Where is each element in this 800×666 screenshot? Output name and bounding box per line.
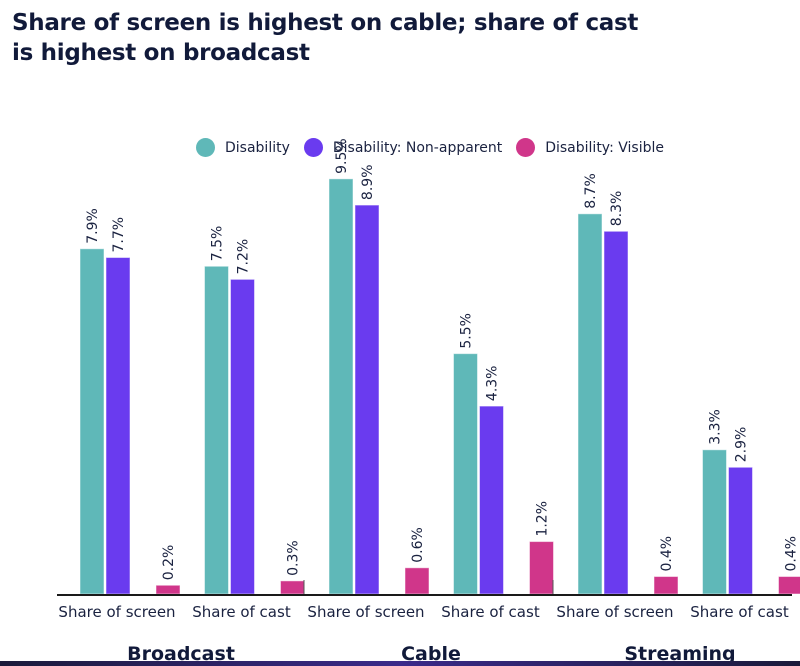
bar-visible[interactable] [404, 567, 430, 595]
data-label: 5.5% [459, 313, 475, 349]
bar-non-apparent[interactable] [354, 204, 380, 595]
data-label: 2.9% [734, 427, 750, 463]
bar-non-apparent[interactable] [603, 230, 629, 595]
x-tick-label: Share of cast [690, 603, 789, 621]
bar-non-apparent[interactable] [728, 466, 753, 595]
data-label: 8.3% [609, 191, 625, 227]
bar-disability[interactable] [328, 178, 354, 595]
data-label: 7.5% [210, 226, 226, 262]
bar-non-apparent[interactable] [230, 278, 255, 595]
bar-visible[interactable] [280, 580, 305, 595]
bar-disability[interactable] [577, 213, 603, 595]
data-label: 0.4% [784, 536, 800, 572]
data-label: 4.3% [485, 366, 501, 402]
bar-disability[interactable] [453, 353, 478, 595]
data-label: 9.5% [334, 138, 350, 174]
data-label: 0.6% [410, 527, 426, 563]
bottom-border [0, 661, 800, 666]
data-label: 0.3% [286, 540, 302, 576]
data-label: 7.9% [85, 208, 101, 244]
data-label: 0.2% [161, 545, 177, 581]
x-tick-label: Share of screen [58, 603, 175, 621]
bar-visible[interactable] [155, 584, 181, 595]
data-label: 8.9% [360, 164, 376, 200]
x-tick-label: Share of screen [556, 603, 673, 621]
data-label: 7.2% [236, 239, 252, 275]
data-label: 1.2% [535, 501, 551, 537]
bar-non-apparent[interactable] [479, 405, 504, 595]
x-tick-label: Share of cast [441, 603, 540, 621]
x-tick-label: Share of cast [192, 603, 291, 621]
bar-chart: 7.9% 7.7% 0.2% Share of screen 7.5% 7.2% 0.3% S… [57, 138, 800, 665]
bar-disability[interactable] [702, 449, 727, 595]
data-label: 0.4% [659, 536, 675, 572]
bar-non-apparent[interactable] [105, 257, 131, 595]
data-label: 8.7% [583, 173, 599, 209]
bar-visible[interactable] [529, 541, 554, 595]
x-tick-label: Share of screen [307, 603, 424, 621]
bar-visible[interactable] [653, 576, 679, 595]
bar-disability[interactable] [79, 248, 105, 595]
data-label: 3.3% [708, 409, 724, 445]
bar-visible[interactable] [778, 576, 800, 595]
data-label: 7.7% [111, 217, 127, 253]
bar-disability[interactable] [204, 265, 229, 595]
